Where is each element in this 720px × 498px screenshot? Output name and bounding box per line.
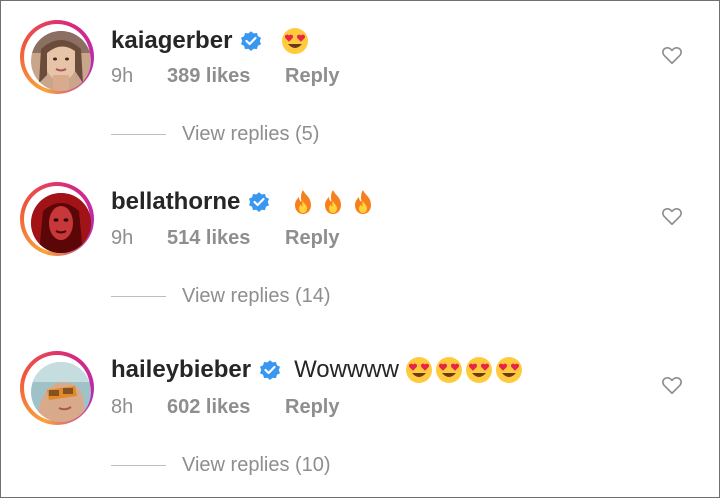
emoji-row (281, 27, 311, 55)
screenshot-frame (0, 0, 720, 498)
avatar[interactable] (31, 362, 91, 422)
view-replies-label[interactable]: View replies (14) (182, 285, 331, 308)
comment-time: 9h (111, 226, 134, 249)
likes-count[interactable]: 514 likes (167, 227, 285, 250)
view-replies-link[interactable]: View replies (5) (111, 121, 319, 147)
view-replies-label[interactable]: View replies (5) (182, 123, 319, 146)
heart-eyes-emoji (465, 357, 492, 383)
heart-outline-icon[interactable] (661, 44, 683, 66)
verified-badge-icon (258, 358, 282, 382)
heart-eyes-emoji (405, 357, 432, 383)
fire-emoji (355, 190, 372, 214)
heart-outline-icon[interactable] (661, 205, 683, 227)
heart-eyes-emoji (435, 357, 462, 383)
comment-text-content: Wowwww (294, 356, 399, 383)
replies-divider (111, 133, 166, 135)
heart-eyes-emoji (282, 28, 309, 54)
comment-text (283, 188, 379, 216)
fire-emoji (325, 190, 342, 214)
view-replies-link[interactable]: View replies (14) (111, 283, 331, 309)
likes-count[interactable]: 602 likes (167, 396, 285, 419)
username[interactable]: haileybieber (111, 356, 251, 384)
verified-badge-icon (239, 29, 263, 53)
comment-text: Wowwww (294, 356, 525, 384)
avatar-story-ring[interactable] (20, 182, 94, 256)
replies-divider (111, 295, 166, 297)
verified-badge-icon (247, 190, 271, 214)
comment-time: 9h (111, 64, 134, 87)
comment-text (275, 27, 311, 55)
likes-count[interactable]: 389 likes (167, 65, 285, 88)
username[interactable]: bellathorne (111, 188, 240, 216)
heart-outline-icon[interactable] (661, 374, 683, 396)
view-replies-link[interactable]: View replies (10) (111, 452, 331, 478)
fire-emoji (295, 190, 312, 214)
reply-button[interactable]: Reply (285, 396, 339, 419)
emoji-row (405, 356, 525, 384)
reply-button[interactable]: Reply (285, 65, 339, 88)
avatar-story-ring[interactable] (20, 351, 94, 425)
avatar[interactable] (31, 31, 91, 91)
emoji-row (289, 188, 379, 216)
replies-divider (111, 464, 166, 466)
heart-eyes-emoji (495, 357, 522, 383)
avatar[interactable] (31, 193, 91, 253)
avatar-story-ring[interactable] (20, 20, 94, 94)
comment-time: 8h (111, 395, 134, 418)
view-replies-label[interactable]: View replies (10) (182, 454, 331, 477)
reply-button[interactable]: Reply (285, 227, 339, 250)
username[interactable]: kaiagerber (111, 27, 232, 55)
